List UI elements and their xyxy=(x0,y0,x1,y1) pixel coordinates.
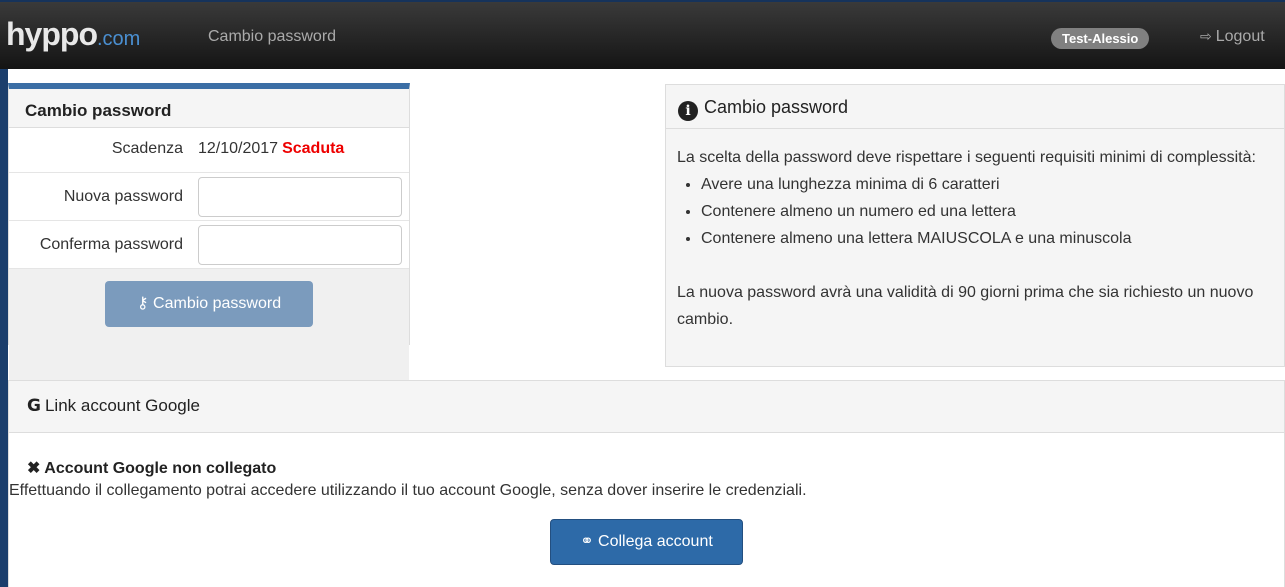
expiry-value: 12/10/2017 Scaduta xyxy=(198,140,345,157)
key-icon: ⚷ xyxy=(136,295,149,312)
main-content: Cambio password Scadenza 12/10/2017 Scadu… xyxy=(8,69,1285,587)
link-icon: ⚭ xyxy=(580,533,594,550)
requirement-item: Contenere almeno una lettera MAIUSCOLA e… xyxy=(701,225,1272,252)
password-info-panel: i Cambio password La scelta della passwor… xyxy=(665,84,1285,367)
form-footer: ⚷ Cambio password xyxy=(9,269,409,398)
x-icon: ✖ xyxy=(27,460,41,477)
logo[interactable]: hyppo.com xyxy=(6,16,140,52)
user-badge[interactable]: Test-Alessio xyxy=(1051,28,1150,49)
logout-link[interactable]: ⇨ Logout xyxy=(1200,28,1265,46)
new-password-row: Nuova password xyxy=(9,173,409,221)
new-password-input[interactable] xyxy=(198,177,402,217)
top-navbar: hyppo.com Cambio password Test-Alessio ⇨… xyxy=(0,0,1285,69)
requirement-item: Contenere almeno un numero ed una letter… xyxy=(701,198,1272,225)
panel-title: Cambio password xyxy=(9,89,409,128)
requirements-list: Avere una lunghezza minima di 6 caratter… xyxy=(677,171,1272,252)
confirm-password-input[interactable] xyxy=(198,225,402,265)
logout-icon: ⇨ xyxy=(1200,28,1212,44)
info-panel-header: i Cambio password xyxy=(666,85,1284,129)
confirm-password-label: Conferma password xyxy=(39,236,183,253)
navbar-page-title[interactable]: Cambio password xyxy=(208,28,336,46)
link-account-button[interactable]: ⚭ Collega account xyxy=(550,519,743,565)
validity-note: La nuova password avrà una validità di 9… xyxy=(677,284,1254,328)
google-link-status: ✖ Account Google non collegato xyxy=(27,460,277,477)
new-password-label: Nuova password xyxy=(63,188,183,205)
requirement-item: Avere una lunghezza minima di 6 caratter… xyxy=(701,171,1272,198)
change-password-button[interactable]: ⚷ Cambio password xyxy=(105,281,313,327)
info-panel-body: La scelta della password deve rispettare… xyxy=(666,129,1284,333)
expired-status: Scaduta xyxy=(282,140,345,157)
expiry-row: Scadenza 12/10/2017 Scaduta xyxy=(9,128,409,173)
google-panel-header: G Link account Google xyxy=(9,381,1284,433)
change-password-form-panel: Cambio password Scadenza 12/10/2017 Scadu… xyxy=(8,83,410,398)
google-icon: G xyxy=(27,396,41,416)
info-icon: i xyxy=(678,101,698,121)
expiry-label: Scadenza xyxy=(111,140,183,157)
confirm-password-row: Conferma password xyxy=(9,221,409,269)
google-link-description: Effettuando il collegamento potrai acced… xyxy=(9,482,807,499)
requirements-intro: La scelta della password deve rispettare… xyxy=(677,149,1256,166)
google-link-panel: G Link account Google ✖ Account Google no… xyxy=(8,380,1285,587)
